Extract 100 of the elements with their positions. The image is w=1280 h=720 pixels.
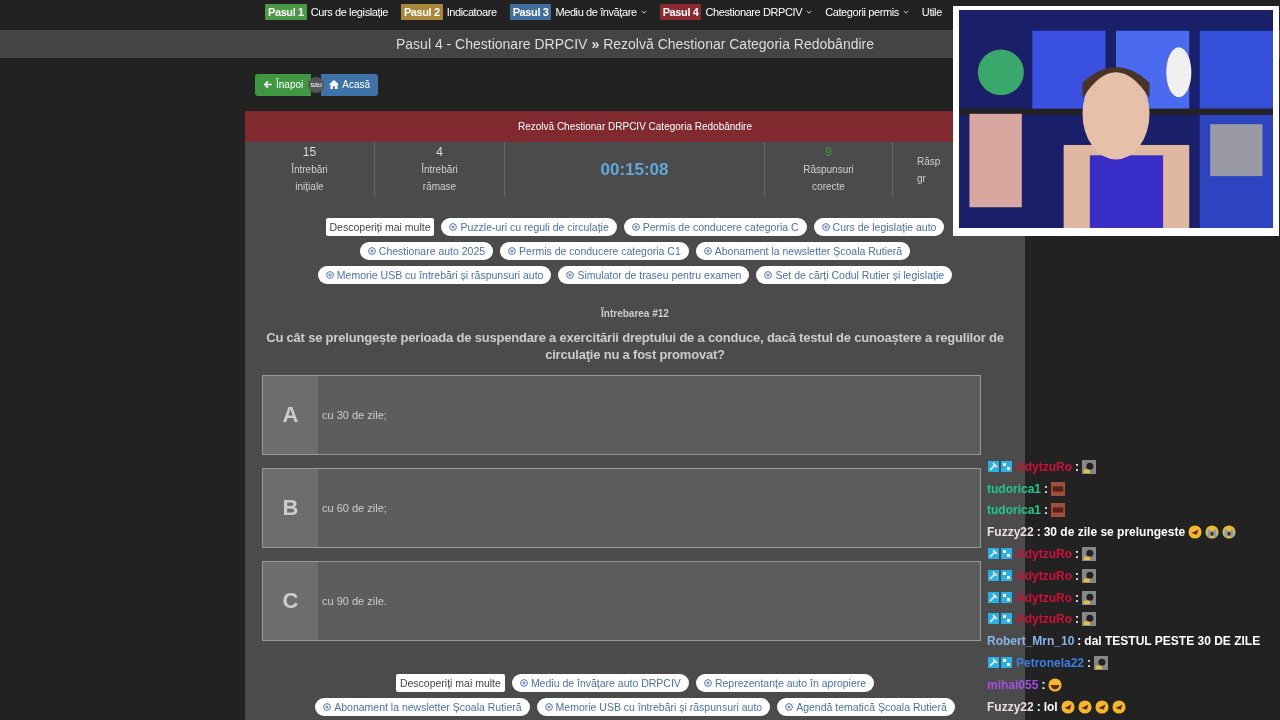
- tag-link[interactable]: Permis de conducere categoria C: [623, 218, 807, 236]
- tag-link[interactable]: Mediu de învățare auto DRPCIV: [511, 674, 689, 692]
- stat-label: Întrebări: [291, 162, 328, 177]
- plus-circle-icon: [785, 703, 794, 711]
- tag-link[interactable]: Memorie USB cu întrebări și răspunsuri auto: [536, 698, 771, 716]
- tag-link[interactable]: Permis de conducere categoria C1: [500, 242, 689, 260]
- caret-icon: [902, 10, 909, 14]
- plus-circle-icon: [367, 247, 376, 255]
- plus-circle-icon: [325, 271, 334, 279]
- tag-link[interactable]: Abonament la newsletter Școala Rutieră: [315, 698, 530, 716]
- stat-label: gr: [917, 171, 926, 186]
- home-icon: [329, 80, 340, 89]
- back-button[interactable]: Înapoi: [255, 73, 312, 96]
- tag-link[interactable]: Simulator de traseu pentru examen: [558, 266, 750, 284]
- chat-username[interactable]: Robert_Mrn_10: [987, 634, 1075, 649]
- breadcrumb-current: Rezolvă Chestionar Categoria Redobândire: [603, 36, 874, 52]
- answer-option[interactable]: C cu 90 de zile.: [262, 561, 981, 641]
- nav-link[interactable]: Pasul 1 Curs de legislație: [265, 4, 388, 20]
- chat-colon: :: [1044, 481, 1048, 496]
- sticker-emote-icon: [1082, 459, 1096, 474]
- plus-circle-icon: [544, 703, 553, 711]
- step-badge: Pasul 2: [400, 4, 443, 20]
- stat-label: rămase: [422, 180, 457, 194]
- chat-username[interactable]: Petronela22: [1016, 656, 1085, 671]
- chat-username[interactable]: AdytzuRo: [1016, 612, 1072, 627]
- nav-link[interactable]: Pasul 4 Chestionare DRPCIV: [659, 4, 813, 20]
- question-text: Cu cât se prelungește perioada de suspendare a exercitării dreptului de a conduce, dacă testul de cunoaștere a regulilor de circulaţie nu a fost promovat?: [265, 329, 1005, 363]
- chat-badges-icon: [987, 460, 1013, 473]
- chat-colon: :: [1087, 656, 1092, 671]
- laughing-emoji-icon: [1077, 699, 1092, 714]
- nav-link[interactable]: Pasul 3 Mediu de învățare: [509, 4, 647, 20]
- chat-badges-icon: [987, 613, 1013, 626]
- step-badge: Pasul 3: [509, 4, 552, 20]
- chat-message: 30 de zile se prelungeste: [1043, 525, 1186, 540]
- crying-emoji-icon: [1222, 525, 1237, 540]
- chat-message: lol: [1043, 699, 1058, 714]
- step-badge: Pasul 4: [659, 4, 702, 20]
- answer-text: cu 30 de zile;: [321, 408, 387, 423]
- chat-colon: :: [1077, 634, 1082, 649]
- quiz-title: Rezolvă Chestionar DRPCIV Categoria Redobândire: [518, 121, 752, 132]
- chat-colon: :: [1075, 459, 1079, 474]
- chat-username[interactable]: AdytzuRo: [1016, 547, 1072, 562]
- sticker-emote-icon: [1082, 612, 1096, 627]
- plus-circle-icon: [519, 679, 528, 687]
- answer-text: cu 90 de zile.: [321, 594, 387, 609]
- nav-link[interactable]: Categorii permis: [825, 6, 909, 18]
- chat-username[interactable]: tudorica1: [987, 481, 1041, 496]
- chat-username[interactable]: AdytzuRo: [1016, 459, 1072, 474]
- answer-letter: B: [263, 469, 318, 547]
- caret-icon: [806, 10, 813, 14]
- answer-letter: A: [263, 376, 318, 454]
- chat-username[interactable]: Fuzzy22: [987, 699, 1034, 714]
- chat-username[interactable]: Fuzzy22: [987, 525, 1034, 540]
- chat-colon: :: [1036, 525, 1041, 540]
- nav-link[interactable]: Utile: [921, 6, 942, 18]
- plus-circle-icon: [703, 247, 712, 255]
- face-emote-icon: [1051, 503, 1065, 518]
- tag-link[interactable]: Reprezentanțe auto în apropiere: [695, 674, 875, 692]
- stat-value: 9: [825, 144, 832, 161]
- tag-link[interactable]: Curs de legislație auto: [813, 218, 945, 236]
- tags-heading: Descoperiți mai multe: [395, 674, 505, 692]
- face-emote-icon: [1051, 481, 1065, 496]
- tag-link[interactable]: Abonament la newsletter Școala Rutieră: [695, 242, 911, 260]
- stat-label: Întrebări: [421, 162, 458, 177]
- sticker-emote-icon: [1082, 590, 1096, 605]
- arrow-left-icon: [263, 80, 273, 89]
- tags-heading: Descoperiți mai multe: [325, 218, 435, 236]
- tag-link[interactable]: Set de cărți Codul Rutier și legislație: [756, 266, 953, 284]
- home-button[interactable]: Acasă: [321, 73, 379, 96]
- tag-link[interactable]: Chestionare auto 2025: [359, 242, 494, 260]
- tag-link[interactable]: Memorie USB cu întrebări și răspunsuri auto: [317, 266, 552, 284]
- laughing-emoji-icon: [1094, 699, 1109, 714]
- tag-link[interactable]: Puzzle-uri cu reguli de circulație: [441, 218, 617, 236]
- chat-username[interactable]: AdytzuRo: [1016, 568, 1072, 583]
- nav-link[interactable]: Pasul 2 Indicatoare: [400, 4, 497, 20]
- answer-option[interactable]: A cu 30 de zile;: [262, 375, 981, 455]
- caret-icon: [640, 10, 647, 14]
- stat-label: corecte: [812, 180, 845, 194]
- breadcrumb-link[interactable]: Pasul 4 - Chestionare DRPCIV: [395, 36, 588, 52]
- chat-colon: :: [1075, 590, 1079, 605]
- stat-label: inițiale: [295, 180, 324, 194]
- answer-text: cu 60 de zile;: [321, 501, 387, 516]
- answer-option[interactable]: B cu 60 de zile;: [262, 468, 981, 548]
- laughing-emoji-icon: [1188, 525, 1203, 540]
- question-number: Întrebarea #12: [599, 308, 670, 319]
- stat-value: 4: [436, 144, 443, 161]
- step-badge: Pasul 1: [265, 4, 307, 20]
- chat-username[interactable]: AdytzuRo: [1016, 590, 1072, 605]
- chat-colon: :: [1075, 612, 1079, 627]
- tag-link[interactable]: Agendă tematică Școala Rutieră: [777, 698, 955, 716]
- answer-letter: C: [263, 562, 318, 640]
- stat-label: Răsp: [917, 154, 941, 169]
- chat-message: dal TESTUL PESTE 30 DE ZILE: [1084, 634, 1261, 649]
- plus-circle-icon: [508, 247, 517, 255]
- plus-circle-icon: [449, 223, 458, 231]
- laughing-emoji-icon: [1060, 699, 1075, 714]
- chat-username[interactable]: tudorica1: [987, 503, 1041, 518]
- chat-colon: :: [1041, 677, 1046, 692]
- laughing-emoji-icon: [1111, 699, 1126, 714]
- plus-circle-icon: [566, 271, 575, 279]
